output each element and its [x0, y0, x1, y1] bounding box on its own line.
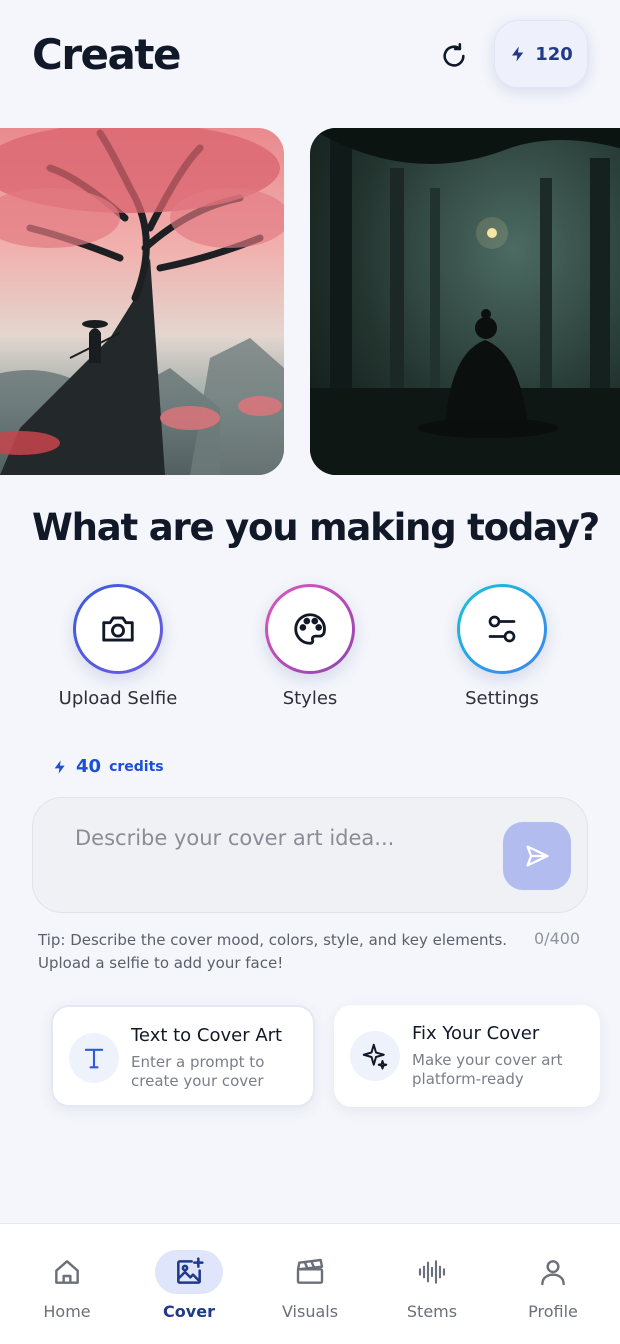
- feature-description: Enter a prompt to create your cover: [131, 1053, 265, 1090]
- credits-balance-button[interactable]: 120: [494, 20, 588, 88]
- sliders-icon: [488, 615, 516, 643]
- credits-cost-label: credits: [109, 758, 164, 775]
- credits-cost: 40 credits: [52, 756, 164, 777]
- credits-balance: 120: [535, 43, 573, 65]
- lightning-icon: [512, 46, 524, 62]
- styles-circle[interactable]: [265, 584, 355, 674]
- settings-button[interactable]: Settings: [422, 584, 582, 709]
- carousel-card[interactable]: [0, 128, 284, 475]
- bottom-tab-bar: Home Cover Visuals Stems Profile: [0, 1223, 620, 1344]
- tab-cover[interactable]: Cover: [139, 1250, 239, 1321]
- upload-selfie-label: Upload Selfie: [58, 688, 178, 709]
- character-counter: 0/400: [534, 929, 581, 948]
- prompt-input[interactable]: [75, 826, 475, 850]
- samurai-cherry-tree-image: [0, 128, 284, 475]
- meditating-figure-forest-image: [310, 128, 620, 475]
- fix-your-cover-card[interactable]: Fix Your Cover Make your cover art platf…: [334, 1005, 600, 1107]
- prompt-tip: Tip: Describe the cover mood, colors, st…: [38, 931, 508, 972]
- upload-selfie-circle[interactable]: [73, 584, 163, 674]
- styles-button[interactable]: Styles: [230, 584, 390, 709]
- tab-label: Profile: [528, 1302, 578, 1321]
- palette-icon: [294, 613, 326, 645]
- send-button[interactable]: [503, 822, 571, 890]
- home-icon: [55, 1260, 79, 1284]
- text-t-icon: [84, 1048, 104, 1069]
- text-to-cover-art-card[interactable]: Text to Cover Art Enter a prompt to crea…: [51, 1005, 315, 1107]
- page-title: Create: [32, 30, 181, 79]
- prompt-box: [32, 797, 588, 913]
- tab-label: Cover: [163, 1302, 215, 1321]
- tab-home[interactable]: Home: [17, 1250, 117, 1321]
- tab-stems[interactable]: Stems: [382, 1250, 482, 1321]
- tab-label: Visuals: [281, 1302, 339, 1321]
- user-icon: [541, 1260, 565, 1286]
- lightning-icon: [54, 759, 65, 774]
- credits-cost-value: 40: [76, 756, 102, 777]
- refresh-icon: [443, 43, 465, 67]
- tab-label: Stems: [406, 1302, 458, 1321]
- clapperboard-icon: [296, 1258, 324, 1284]
- inspiration-carousel[interactable]: [0, 128, 620, 476]
- text-t-icon-wrap: [69, 1033, 119, 1083]
- feature-title: Fix Your Cover: [412, 1023, 540, 1044]
- settings-label: Settings: [465, 688, 539, 709]
- section-heading: What are you making today?: [32, 506, 600, 549]
- feature-description: Make your cover art platform-ready: [412, 1051, 563, 1088]
- image-plus-icon: [177, 1257, 204, 1284]
- carousel-card[interactable]: [310, 128, 620, 475]
- tab-profile[interactable]: Profile: [503, 1250, 603, 1321]
- feature-title: Text to Cover Art: [131, 1025, 283, 1046]
- camera-icon: [102, 616, 134, 642]
- tab-label: Home: [43, 1302, 91, 1321]
- refresh-button[interactable]: [434, 36, 474, 76]
- tab-visuals[interactable]: Visuals: [260, 1250, 360, 1321]
- waveform-icon: [418, 1260, 446, 1284]
- styles-label: Styles: [282, 688, 338, 709]
- sparkles-icon: [362, 1043, 388, 1070]
- settings-circle[interactable]: [457, 584, 547, 674]
- send-icon: [526, 845, 549, 867]
- header: Create 120: [0, 0, 620, 110]
- sparkles-icon-wrap: [350, 1031, 400, 1081]
- upload-selfie-button[interactable]: Upload Selfie: [38, 584, 198, 709]
